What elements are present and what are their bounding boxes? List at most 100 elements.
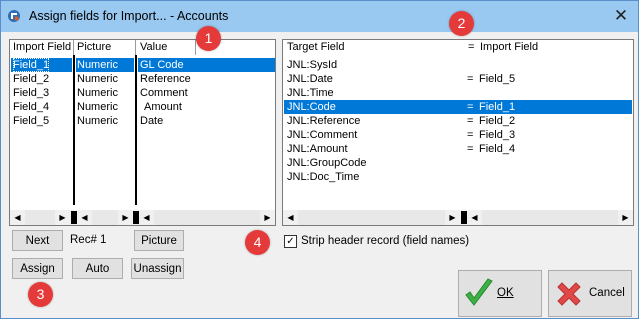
record-number: Rec# 1 — [70, 234, 107, 246]
strip-header-checkbox[interactable]: ✓ — [284, 235, 297, 248]
header-equals: = — [468, 41, 475, 53]
equals-cell: = — [467, 115, 474, 127]
cancel-x-icon — [557, 282, 581, 306]
header-import-field[interactable]: Import Field — [480, 40, 538, 55]
import-field-cell: Field_5 — [13, 115, 50, 127]
target-field-cell: JNL:Doc_Time — [287, 171, 360, 183]
picture-cell: Numeric — [77, 73, 118, 85]
target-list-header: Target Field = Import Field — [283, 40, 633, 55]
target-field-cell: JNL:Comment — [287, 129, 358, 141]
import-row[interactable]: Field_5 Numeric Date — [10, 114, 275, 128]
import-row[interactable]: Field_1 Numeric GL Code — [10, 58, 275, 72]
scroll-track[interactable] — [482, 210, 618, 225]
target-field-cell: JNL:Amount — [287, 143, 348, 155]
scroll-left-icon[interactable]: ◀ — [283, 210, 298, 225]
import-fields-list[interactable]: Import Field Picture Value Field_1 Numer… — [9, 39, 276, 226]
target-row[interactable]: JNL:SysId — [283, 58, 633, 72]
app-icon — [8, 10, 20, 22]
scroll-right-icon[interactable]: ▶ — [445, 210, 460, 225]
target-field-cell: JNL:SysId — [287, 59, 338, 71]
target-row[interactable]: JNL:Doc_Time — [283, 170, 633, 184]
callout-badge: 4 — [245, 230, 270, 255]
ok-label: OK — [497, 287, 514, 299]
import-row[interactable]: Field_3 Numeric Comment — [10, 86, 275, 100]
header-divider[interactable] — [73, 40, 74, 55]
header-divider[interactable] — [135, 40, 136, 55]
check-icon: ✓ — [286, 236, 295, 247]
header-import-field[interactable]: Import Field — [13, 40, 71, 55]
scroll-track[interactable] — [25, 210, 55, 225]
equals-cell: = — [467, 73, 474, 85]
value-cell: Reference — [140, 73, 191, 85]
unassign-button[interactable]: Unassign — [131, 258, 184, 279]
picture-cell: Numeric — [77, 101, 118, 113]
equals-cell: = — [467, 129, 474, 141]
mapped-field-cell: Field_1 — [479, 101, 516, 113]
import-field-cell: Field_2 — [13, 73, 50, 85]
mapped-field-cell: Field_5 — [479, 73, 516, 85]
import-field-cell: Field_3 — [13, 87, 50, 99]
mapped-field-cell: Field_3 — [479, 129, 516, 141]
picture-cell: Numeric — [77, 115, 118, 127]
scroll-right-icon[interactable]: ▶ — [618, 210, 633, 225]
ok-button[interactable]: OK — [458, 270, 542, 317]
target-row[interactable]: JNL:Date = Field_5 — [283, 72, 633, 86]
picture-cell: Numeric — [77, 87, 118, 99]
scroll-left-icon[interactable]: ◀ — [139, 210, 154, 225]
scroll-track[interactable] — [298, 210, 445, 225]
scroll-right-icon[interactable]: ▶ — [260, 210, 275, 225]
scroll-left-icon[interactable]: ◀ — [77, 210, 92, 225]
target-field-cell: JNL:Reference — [287, 115, 361, 127]
target-row[interactable]: JNL:GroupCode — [283, 156, 633, 170]
callout-badge: 2 — [449, 11, 474, 36]
picture-cell: Numeric — [77, 59, 118, 71]
checkmark-icon — [465, 278, 493, 306]
target-row[interactable]: JNL:Reference = Field_2 — [283, 114, 633, 128]
header-target-field[interactable]: Target Field — [287, 40, 344, 55]
scroll-right-icon[interactable]: ▶ — [118, 210, 133, 225]
target-field-cell: JNL:GroupCode — [287, 157, 367, 169]
column-scrollbars: ◀ ▶ ◀ ▶ ◀ ▶ — [10, 210, 275, 225]
callout-badge: 3 — [28, 282, 53, 307]
assign-button[interactable]: Assign — [12, 258, 63, 279]
target-field-cell: JNL:Time — [287, 87, 334, 99]
scroll-left-icon[interactable]: ◀ — [10, 210, 25, 225]
scroll-track[interactable] — [154, 210, 260, 225]
next-button[interactable]: Next — [12, 230, 63, 251]
strip-header-label: Strip header record (field names) — [301, 235, 470, 247]
target-field-cell: JNL:Date — [287, 73, 333, 85]
window-title: Assign fields for Import... - Accounts — [29, 9, 229, 23]
mapped-field-cell: Field_4 — [479, 143, 516, 155]
cancel-button[interactable]: Cancel — [548, 270, 632, 317]
equals-cell: = — [467, 143, 474, 155]
target-row[interactable]: JNL:Amount = Field_4 — [283, 142, 633, 156]
header-value[interactable]: Value — [140, 40, 167, 55]
assign-fields-dialog: Assign fields for Import... - Accounts ✕… — [0, 0, 639, 319]
header-picture[interactable]: Picture — [77, 40, 111, 55]
title-bar: Assign fields for Import... - Accounts ✕ — [1, 1, 638, 32]
value-cell: Amount — [144, 101, 182, 113]
value-cell: Comment — [140, 87, 188, 99]
value-cell: Date — [140, 115, 164, 127]
equals-cell: = — [467, 101, 474, 113]
import-field-cell: Field_4 — [13, 101, 50, 113]
import-field-cell: Field_1 — [13, 58, 50, 72]
target-field-cell: JNL:Code — [287, 101, 336, 113]
close-icon[interactable]: ✕ — [609, 4, 633, 28]
target-fields-list[interactable]: Target Field = Import Field JNL:SysId JN… — [282, 39, 634, 226]
target-row[interactable]: JNL:Code = Field_1 — [283, 100, 633, 114]
mapped-field-cell: Field_2 — [479, 115, 516, 127]
scroll-track[interactable] — [92, 210, 118, 225]
target-row[interactable]: JNL:Comment = Field_3 — [283, 128, 633, 142]
scroll-left-icon[interactable]: ◀ — [467, 210, 482, 225]
scroll-right-icon[interactable]: ▶ — [55, 210, 70, 225]
import-row[interactable]: Field_4 Numeric Amount — [10, 100, 275, 114]
callout-badge: 1 — [196, 26, 221, 51]
auto-button[interactable]: Auto — [72, 258, 123, 279]
import-row[interactable]: Field_2 Numeric Reference — [10, 72, 275, 86]
picture-button[interactable]: Picture — [134, 230, 184, 251]
target-row[interactable]: JNL:Time — [283, 86, 633, 100]
column-scrollbars: ◀ ▶ ◀ ▶ — [283, 210, 633, 225]
import-list-header: Import Field Picture Value — [10, 40, 275, 55]
cancel-label: Cancel — [589, 287, 625, 299]
